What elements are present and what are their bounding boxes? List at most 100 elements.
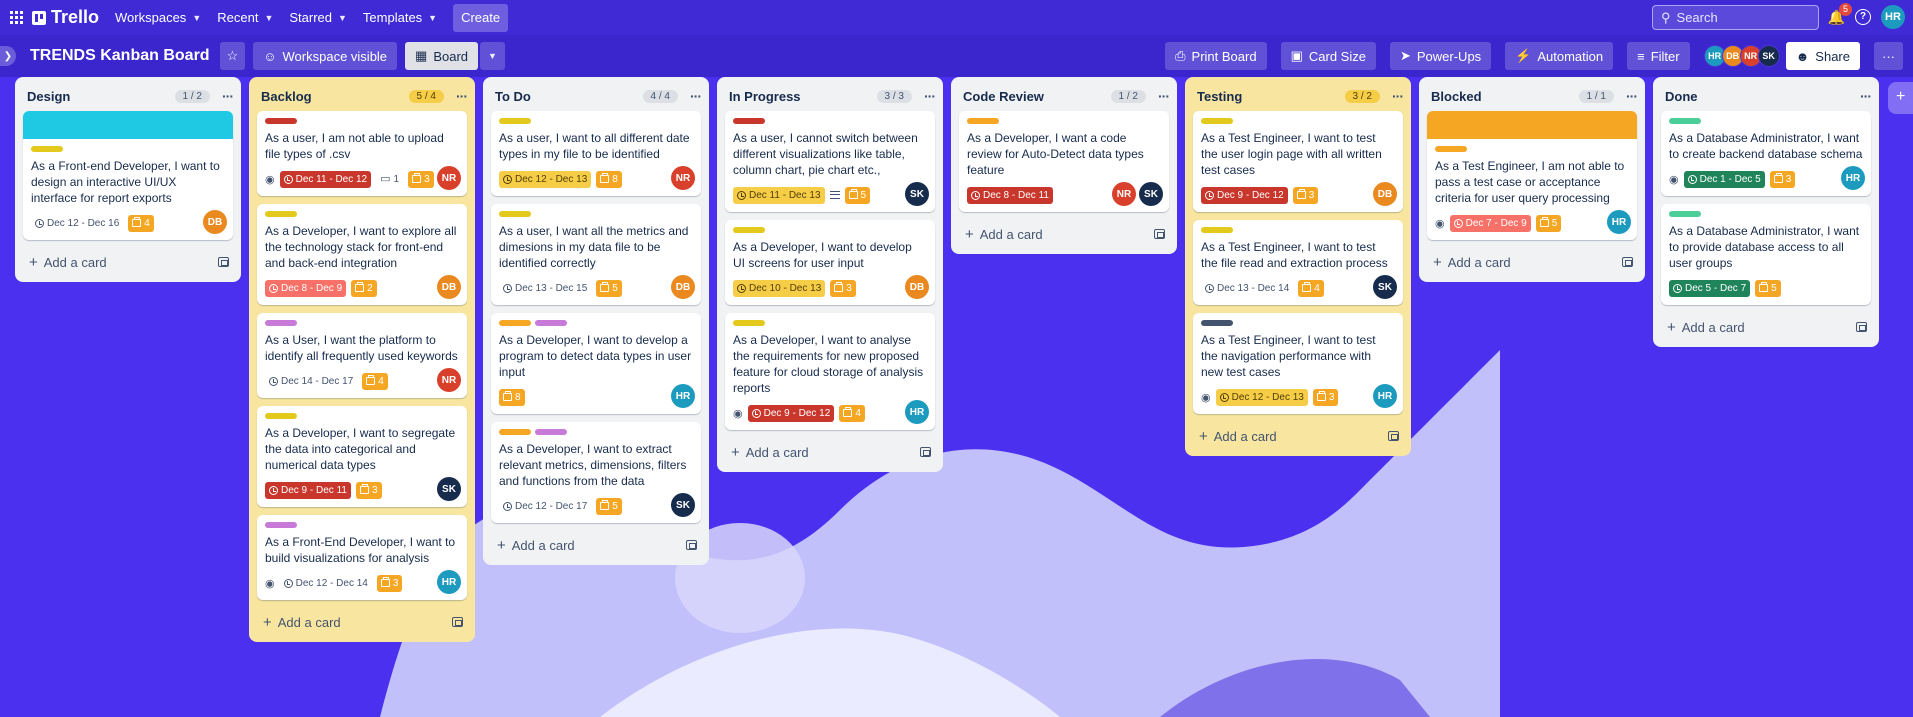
list-title[interactable]: Design <box>27 89 70 104</box>
due-date-badge[interactable]: Dec 9 - Dec 12 <box>1201 186 1288 204</box>
card-member-avatar[interactable]: HR <box>1841 166 1865 190</box>
sidebar-toggle-icon[interactable]: ❯ <box>0 46 16 66</box>
card-label[interactable] <box>265 413 297 419</box>
due-date-badge[interactable]: Dec 12 - Dec 13 <box>1215 388 1308 406</box>
card-template-icon[interactable] <box>1154 229 1165 239</box>
star-board-button[interactable]: ☆ <box>219 42 246 70</box>
card-template-icon[interactable] <box>1388 431 1399 441</box>
due-date-badge[interactable]: Dec 8 - Dec 9 <box>265 279 347 297</box>
list-title[interactable]: Backlog <box>261 89 312 104</box>
card-member-avatar[interactable]: NR <box>671 166 695 190</box>
list-header[interactable]: In Progress 3 / 3 ··· <box>725 81 936 111</box>
trello-logo[interactable]: Trello <box>32 7 99 28</box>
card[interactable]: As a Developer, I want a code review for… <box>959 111 1169 212</box>
card-member-avatar[interactable]: DB <box>1373 182 1397 206</box>
due-date-badge[interactable]: Dec 12 - Dec 16 <box>31 215 123 232</box>
list-header[interactable]: Done ··· <box>1661 81 1872 111</box>
card[interactable]: As a user, I want to all different date … <box>491 111 701 196</box>
card-label[interactable] <box>265 320 297 326</box>
list-actions-icon[interactable]: ··· <box>1158 88 1170 104</box>
list-actions-icon[interactable]: ··· <box>1392 88 1404 104</box>
due-date-badge[interactable]: Dec 14 - Dec 17 <box>265 373 357 390</box>
app-switcher-icon[interactable] <box>10 10 24 25</box>
card-label[interactable] <box>265 211 297 217</box>
due-date-badge[interactable]: Dec 12 - Dec 13 <box>499 170 592 188</box>
filter-button[interactable]: ≡ Filter <box>1627 42 1690 70</box>
due-date-badge[interactable]: Dec 11 - Dec 13 <box>733 186 825 204</box>
add-list-button[interactable]: + <box>1888 82 1913 114</box>
search-input[interactable]: ⚲ Search <box>1652 5 1819 30</box>
card-label[interactable] <box>1669 211 1701 217</box>
visibility-button[interactable]: ☺ Workspace visible <box>253 42 398 70</box>
due-date-badge[interactable]: Dec 12 - Dec 17 <box>499 498 591 515</box>
views-dropdown-button[interactable]: ▼ <box>480 42 505 70</box>
list-title[interactable]: Done <box>1665 89 1698 104</box>
list-header[interactable]: Backlog 5 / 4 ··· <box>257 81 468 111</box>
due-date-badge[interactable]: Dec 7 - Dec 9 <box>1449 214 1531 232</box>
card[interactable]: As a Developer, I want to develop UI scr… <box>725 220 935 305</box>
card-label[interactable] <box>733 118 765 124</box>
card-member-avatar[interactable]: NR <box>437 166 461 190</box>
card-member-avatar[interactable]: NR <box>1112 182 1136 206</box>
add-card-button[interactable]: + Add a card <box>725 438 935 466</box>
card[interactable]: As a Developer, I want to explore all th… <box>257 204 467 305</box>
card-label[interactable] <box>499 429 531 435</box>
add-card-button[interactable]: + Add a card <box>491 531 701 559</box>
list-title[interactable]: To Do <box>495 89 531 104</box>
card-label[interactable] <box>967 118 999 124</box>
card[interactable]: As a user, I want all the metrics and di… <box>491 204 701 305</box>
card-label[interactable] <box>31 146 63 152</box>
card-template-icon[interactable] <box>1856 322 1867 332</box>
list-header[interactable]: Code Review 1 / 2 ··· <box>959 81 1170 111</box>
list-header[interactable]: Testing 3 / 2 ··· <box>1193 81 1404 111</box>
list-title[interactable]: In Progress <box>729 89 801 104</box>
card-size-button[interactable]: ▣ Card Size <box>1280 42 1376 70</box>
card[interactable]: As a user, I cannot switch between diffe… <box>725 111 935 212</box>
due-date-badge[interactable]: Dec 5 - Dec 7 <box>1669 279 1751 297</box>
automation-button[interactable]: ⚡ Automation <box>1505 42 1614 70</box>
card[interactable]: As a Developer, I want to analyse the re… <box>725 313 935 430</box>
card-label[interactable] <box>265 118 297 124</box>
card-label[interactable] <box>499 118 531 124</box>
list-actions-icon[interactable]: ··· <box>1626 88 1638 104</box>
add-card-button[interactable]: + Add a card <box>23 248 233 276</box>
due-date-badge[interactable]: Dec 13 - Dec 15 <box>499 280 591 297</box>
templates-menu[interactable]: Templates ▼ <box>355 4 445 32</box>
card[interactable]: As a Front-end Developer, I want to desi… <box>23 111 233 240</box>
list-header[interactable]: Blocked 1 / 1 ··· <box>1427 81 1638 111</box>
card[interactable]: As a Database Administrator, I want to c… <box>1661 111 1871 196</box>
card-member-avatar[interactable]: HR <box>671 384 695 408</box>
card-label[interactable] <box>733 320 765 326</box>
card[interactable]: As a Test Engineer, I want to test the u… <box>1193 111 1403 212</box>
card-label[interactable] <box>1201 227 1233 233</box>
card-template-icon[interactable] <box>686 540 697 550</box>
list-actions-icon[interactable]: ··· <box>222 88 234 104</box>
card[interactable]: As a Test Engineer, I am not able to pas… <box>1427 111 1637 240</box>
starred-menu[interactable]: Starred ▼ <box>281 4 355 32</box>
card-member-avatar[interactable]: HR <box>905 400 929 424</box>
card-label[interactable] <box>265 522 297 528</box>
card-label[interactable] <box>1669 118 1701 124</box>
card-member-avatar[interactable]: SK <box>905 182 929 206</box>
card[interactable]: As a User, I want the platform to identi… <box>257 313 467 398</box>
due-date-badge[interactable]: Dec 9 - Dec 12 <box>747 404 835 422</box>
card-member-avatar[interactable]: HR <box>1373 384 1397 408</box>
list-title[interactable]: Code Review <box>963 89 1044 104</box>
recent-menu[interactable]: Recent ▼ <box>209 4 281 32</box>
list-header[interactable]: To Do 4 / 4 ··· <box>491 81 702 111</box>
member-avatar[interactable]: SK <box>1757 45 1780 67</box>
card-label[interactable] <box>1435 146 1467 152</box>
add-card-button[interactable]: + Add a card <box>1193 422 1403 450</box>
list-title[interactable]: Testing <box>1197 89 1242 104</box>
due-date-badge[interactable]: Dec 13 - Dec 14 <box>1201 280 1293 297</box>
notifications-button[interactable]: 🔔 5 <box>1828 2 1852 26</box>
board-title[interactable]: TRENDS Kanban Board <box>30 47 210 65</box>
card-member-avatar[interactable]: HR <box>1607 210 1631 234</box>
board-view-button[interactable]: ▦ Board <box>405 42 479 70</box>
card[interactable]: As a Developer, I want to segregate the … <box>257 406 467 507</box>
card-member-avatar[interactable]: SK <box>1373 275 1397 299</box>
add-card-button[interactable]: + Add a card <box>257 608 467 636</box>
account-avatar[interactable]: HR <box>1881 5 1905 29</box>
card-member-avatar[interactable]: DB <box>671 275 695 299</box>
card-template-icon[interactable] <box>218 257 229 267</box>
